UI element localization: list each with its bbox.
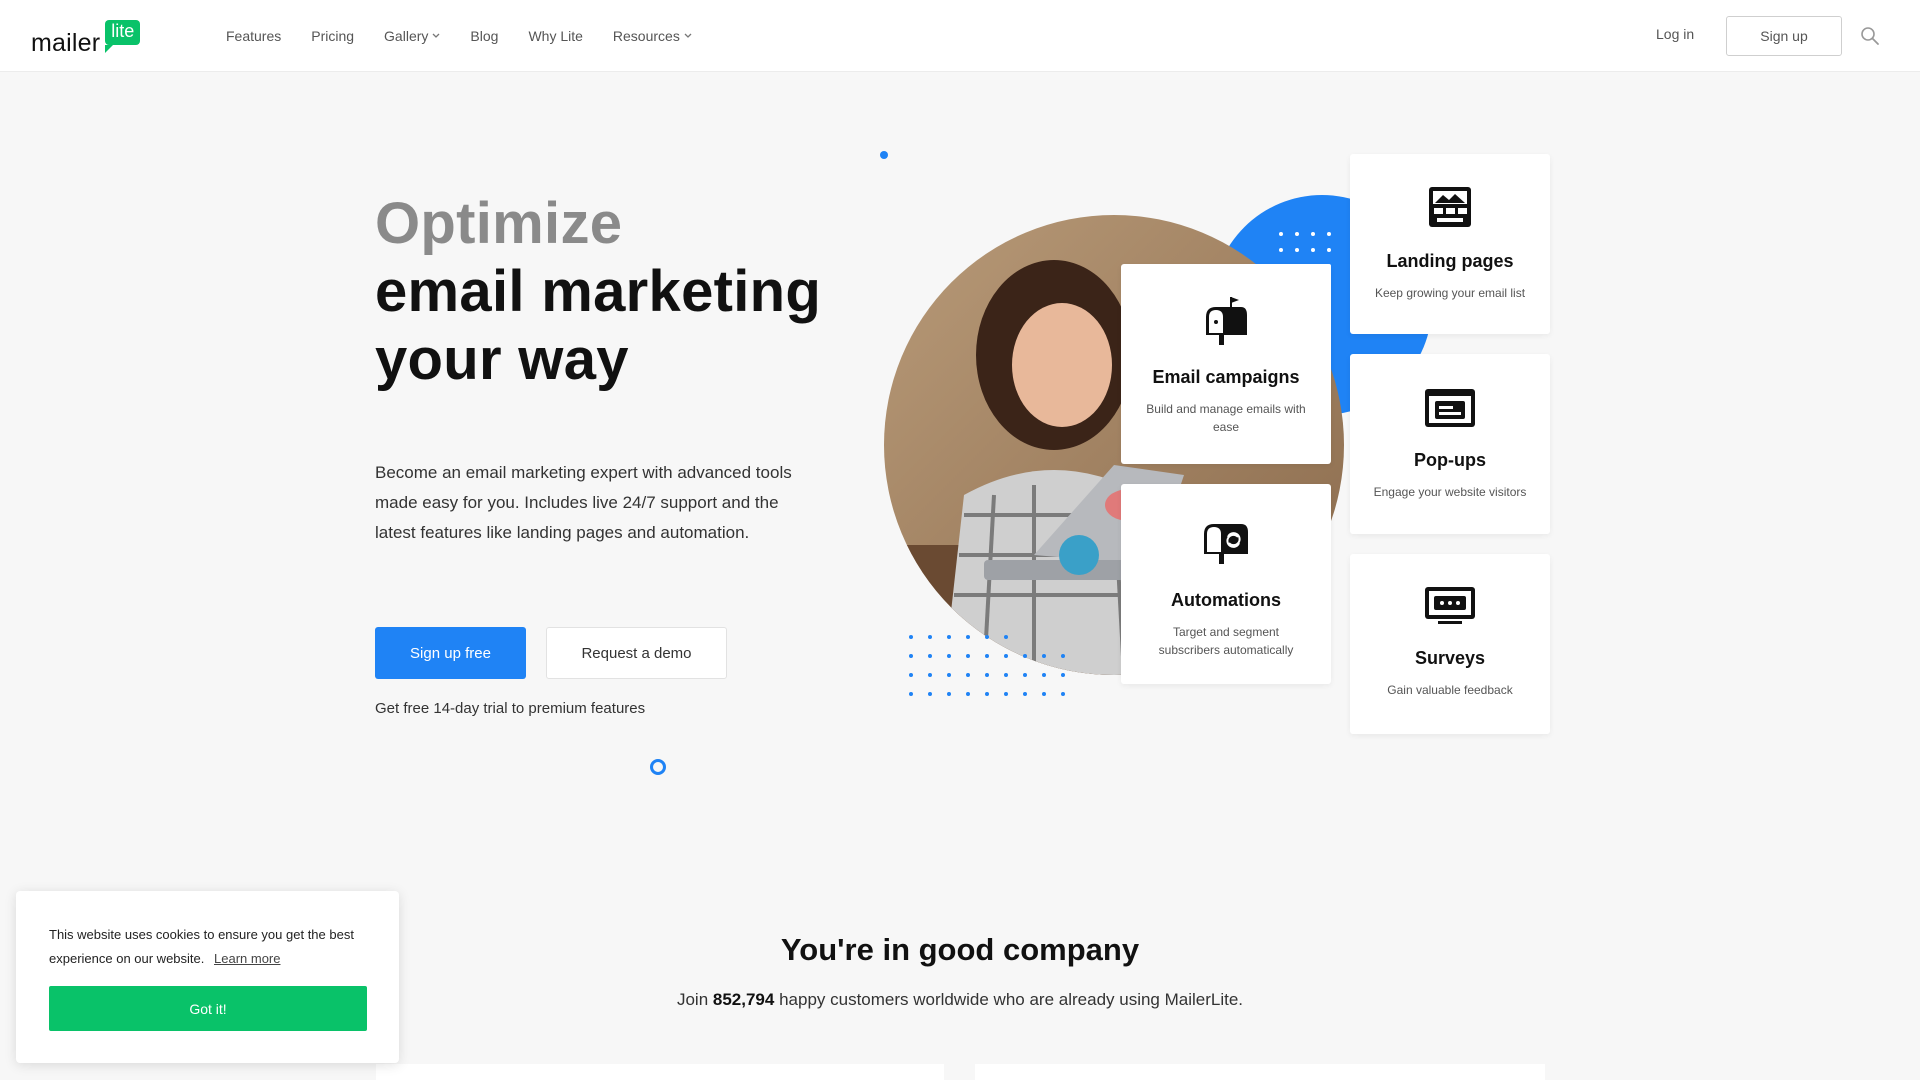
feature-card-email-campaigns[interactable]: Email campaigns Build and manage emails … bbox=[1121, 264, 1331, 464]
subtitle-suffix: happy customers worldwide who are alread… bbox=[779, 990, 1244, 1009]
hero-title-line-2: email marketing bbox=[375, 259, 822, 324]
cookie-banner: This website uses cookies to ensure you … bbox=[16, 891, 399, 1063]
trial-note: Get free 14-day trial to premium feature… bbox=[375, 700, 646, 717]
decorative-dot bbox=[880, 151, 888, 159]
menu-item-gallery[interactable]: Gallery bbox=[384, 28, 440, 44]
cookie-accept-button[interactable]: Got it! bbox=[49, 986, 367, 1031]
hero-description: Become an email marketing expert with ad… bbox=[375, 463, 792, 542]
card-title: Landing pages bbox=[1386, 251, 1514, 271]
popup-window-icon bbox=[1425, 389, 1475, 427]
hero-title-line-3: your way bbox=[375, 327, 629, 392]
chevron-down-icon bbox=[432, 33, 440, 38]
card-title: Email campaigns bbox=[1152, 367, 1300, 387]
hero-title: Optimize email marketing your way bbox=[375, 190, 821, 394]
card-subtitle: Target and segment subscribers automatic… bbox=[1158, 625, 1294, 657]
card-subtitle: Keep growing your email list bbox=[1374, 286, 1526, 300]
card-subtitle: Build and manage emails with ease bbox=[1146, 402, 1306, 434]
feature-card-landing-pages[interactable]: Landing pages Keep growing your email li… bbox=[1350, 154, 1550, 334]
survey-icon bbox=[1425, 587, 1475, 624]
menu-item-label: Pricing bbox=[311, 28, 355, 44]
subtitle-prefix: Join bbox=[676, 990, 709, 1009]
mailbox-icon bbox=[1206, 297, 1247, 345]
card-title: Pop-ups bbox=[1414, 450, 1486, 470]
landing-page-icon bbox=[1429, 187, 1471, 227]
menu-item-label: Features bbox=[226, 28, 282, 44]
feature-card-surveys[interactable]: Surveys Gain valuable feedback bbox=[1350, 554, 1550, 734]
menu-item-label: Resources bbox=[612, 28, 680, 44]
top-navbar: mailer lite Features Pricing Gallery Blo… bbox=[0, 0, 1920, 72]
mailerlite-logo[interactable]: mailer lite bbox=[31, 20, 141, 57]
logo-badge: lite bbox=[105, 20, 141, 53]
cookie-text: This website uses cookies to ensure you … bbox=[49, 927, 354, 966]
menu-item-label: Why Lite bbox=[528, 28, 583, 44]
card-subtitle: Engage your website visitors bbox=[1373, 485, 1527, 499]
logo-text: mailer bbox=[31, 29, 101, 57]
request-demo-button[interactable]: Request a demo bbox=[546, 627, 727, 679]
decorative-ring bbox=[650, 759, 666, 775]
feature-card-popups[interactable]: Pop-ups Engage your website visitors bbox=[1350, 354, 1550, 534]
main-menu: Features Pricing Gallery Blog Why Lite R… bbox=[226, 0, 692, 72]
card-subtitle: Gain valuable feedback bbox=[1387, 683, 1513, 697]
login-link[interactable]: Log in bbox=[1656, 26, 1694, 42]
hero-title-line-1: Optimize bbox=[375, 191, 623, 256]
menu-item-pricing[interactable]: Pricing bbox=[311, 28, 354, 44]
card-title: Automations bbox=[1171, 590, 1281, 610]
automation-mailbox-icon bbox=[1204, 524, 1248, 564]
signup-button[interactable]: Sign up bbox=[1726, 16, 1842, 56]
menu-item-label: Blog bbox=[470, 28, 499, 44]
customer-count: 852,794 bbox=[712, 990, 775, 1009]
dot-grid-decoration bbox=[909, 635, 1065, 696]
content-panel-right bbox=[975, 1064, 1545, 1080]
menu-item-label: Gallery bbox=[384, 28, 429, 44]
signup-free-button[interactable]: Sign up free bbox=[375, 627, 526, 679]
cookie-message: This website uses cookies to ensure you … bbox=[49, 923, 369, 971]
chevron-down-icon bbox=[684, 33, 692, 38]
menu-item-resources[interactable]: Resources bbox=[613, 28, 692, 44]
menu-item-why-lite[interactable]: Why Lite bbox=[528, 28, 582, 44]
feature-card-automations[interactable]: Automations Target and segment subscribe… bbox=[1121, 484, 1331, 684]
menu-item-features[interactable]: Features bbox=[226, 28, 281, 44]
search-icon[interactable] bbox=[1860, 26, 1880, 46]
content-panel-left bbox=[376, 1064, 944, 1080]
menu-item-blog[interactable]: Blog bbox=[470, 28, 498, 44]
card-title: Surveys bbox=[1414, 648, 1486, 668]
learn-more-link[interactable]: Learn more bbox=[214, 951, 280, 966]
